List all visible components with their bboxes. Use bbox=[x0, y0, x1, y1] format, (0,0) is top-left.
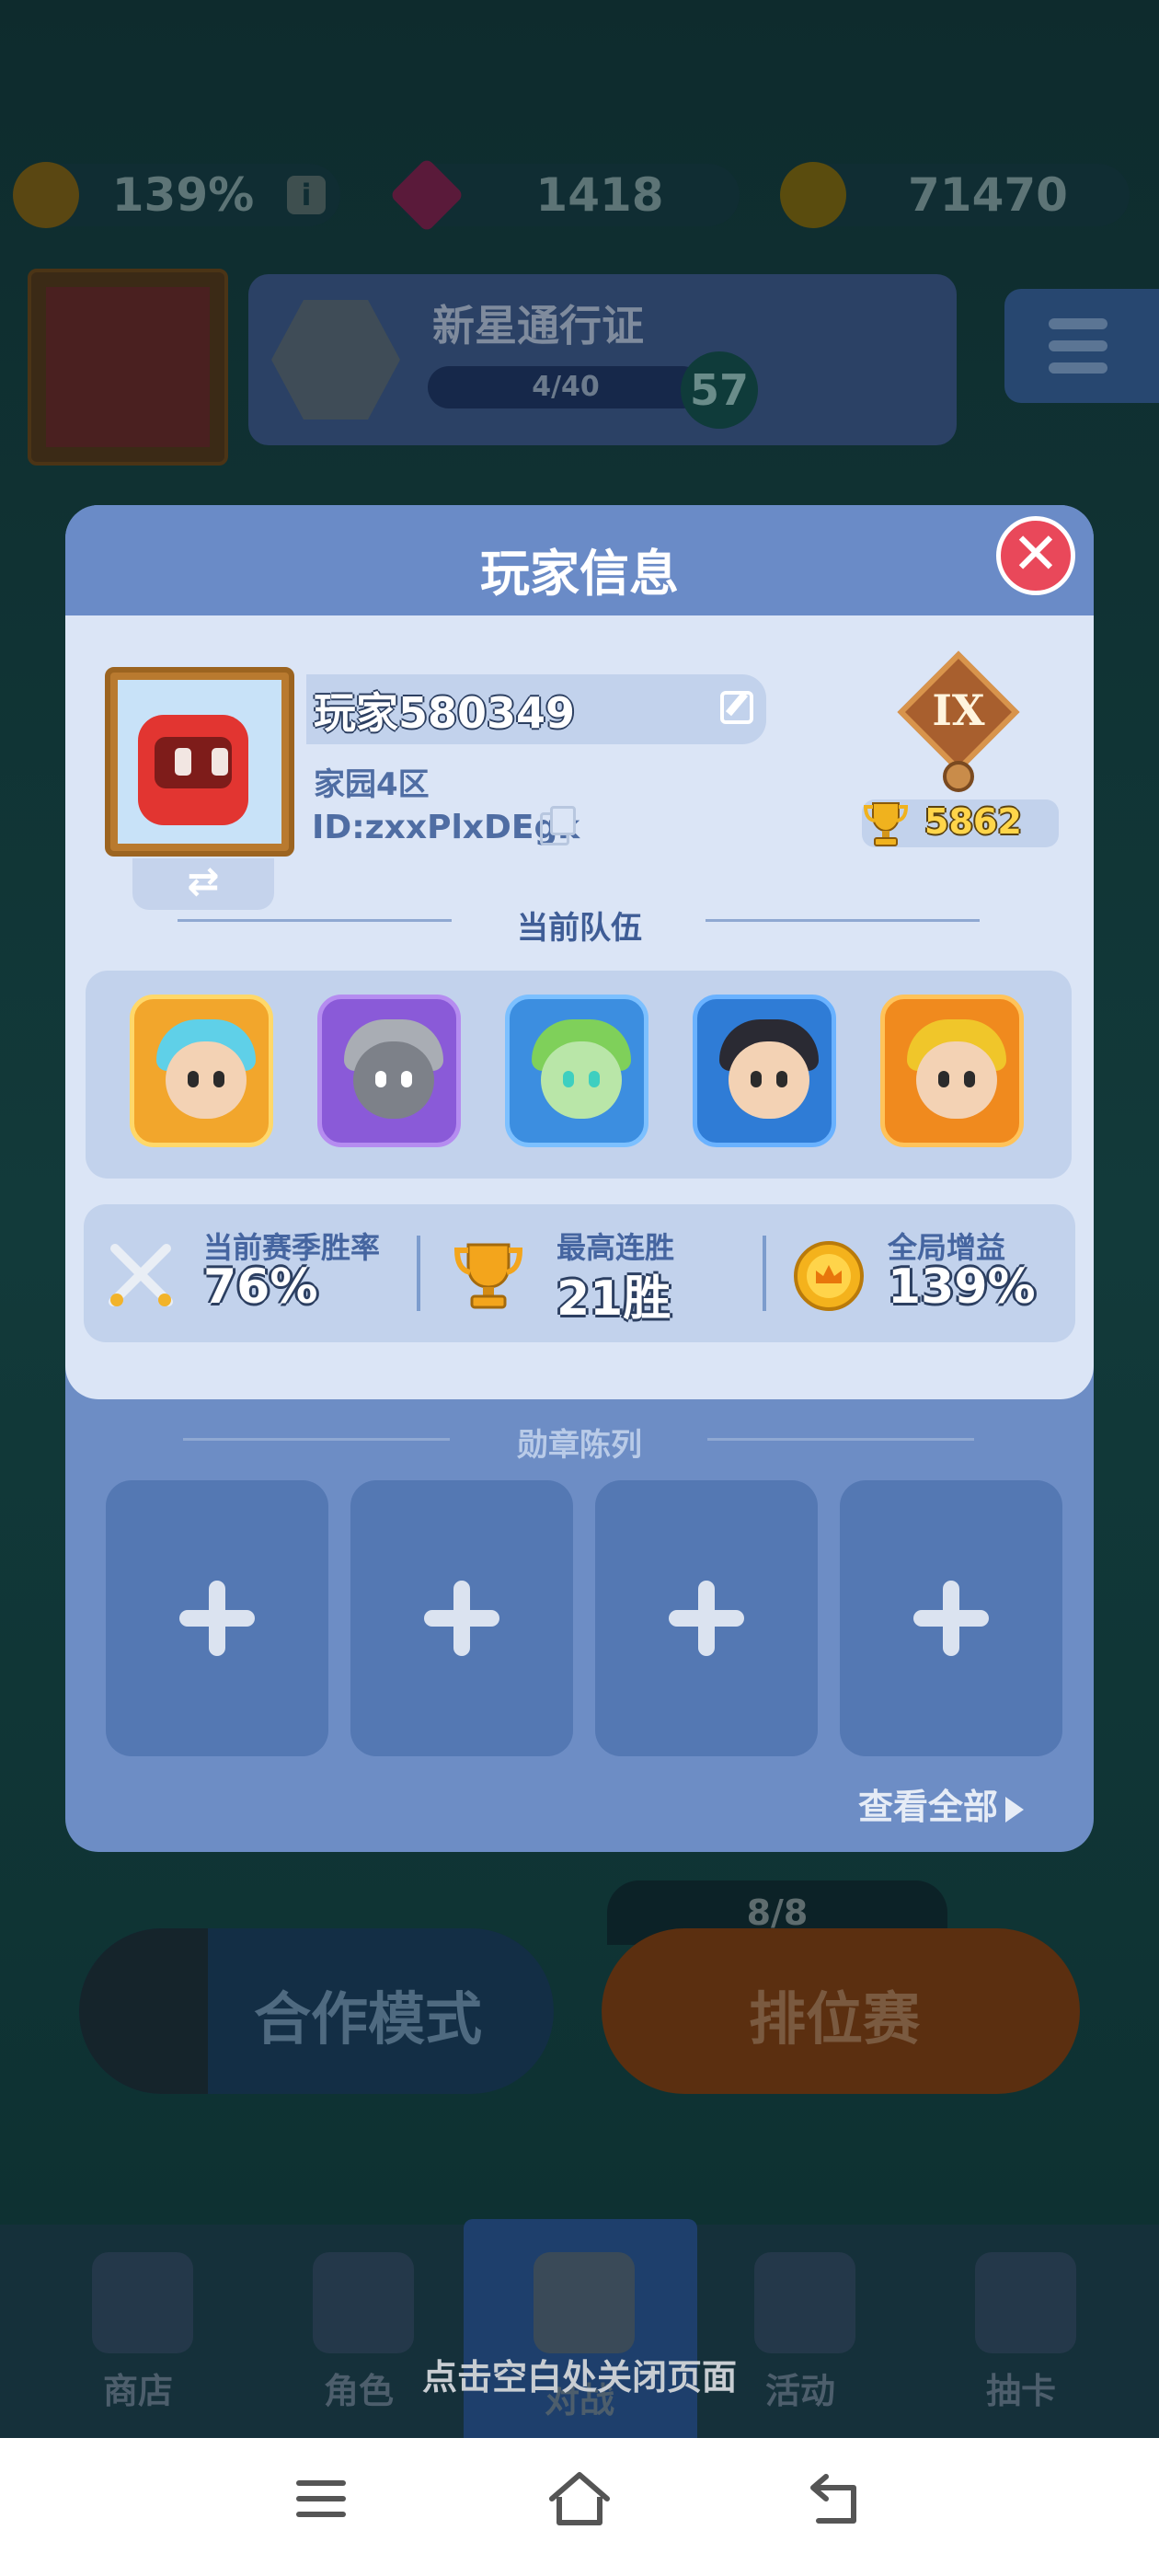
menu-line bbox=[1049, 362, 1107, 374]
medal-slot[interactable] bbox=[595, 1480, 818, 1756]
star-shield-icon bbox=[754, 2252, 855, 2353]
hero-face bbox=[729, 1041, 809, 1119]
rank-badge[interactable]: IX bbox=[897, 650, 1020, 792]
global-boost-value: 139% bbox=[888, 1259, 1036, 1315]
fire-warrior-hero[interactable] bbox=[880, 995, 1024, 1147]
ranked-mode-button[interactable]: 排位赛 bbox=[602, 1928, 1080, 2094]
gem-resource[interactable]: 1418 bbox=[389, 157, 740, 233]
stat-divider bbox=[763, 1236, 766, 1311]
pass-title: 新星通行证 bbox=[432, 301, 644, 351]
gem-value: 1418 bbox=[535, 168, 664, 222]
medal-slot[interactable] bbox=[350, 1480, 573, 1756]
medal-slot[interactable] bbox=[840, 1480, 1062, 1756]
player-avatar[interactable] bbox=[105, 667, 294, 857]
hero-eye bbox=[563, 1071, 574, 1087]
menu-line bbox=[1049, 340, 1107, 351]
pass-banner[interactable]: 新星通行证 4/40 57 bbox=[248, 274, 957, 445]
coin-icon bbox=[780, 162, 846, 228]
boost-resource[interactable]: 139% i bbox=[13, 162, 340, 228]
hero-face bbox=[166, 1041, 247, 1119]
boost-value: 139% bbox=[111, 168, 255, 222]
tab-activity[interactable]: 活动 bbox=[708, 2225, 892, 2438]
ice-mage-hero[interactable] bbox=[130, 995, 273, 1147]
coop-mode-label: 合作模式 bbox=[254, 1985, 483, 2053]
avatar-image bbox=[46, 287, 210, 447]
robot-eye bbox=[175, 748, 191, 776]
tab-gacha[interactable]: 抽卡 bbox=[929, 2225, 1113, 2438]
copy-id-icon[interactable] bbox=[540, 806, 576, 845]
arrow-right-icon bbox=[1005, 1796, 1025, 1823]
tab-shop[interactable]: 商店 bbox=[46, 2225, 230, 2438]
home-icon[interactable] bbox=[546, 2469, 613, 2528]
edit-name-icon[interactable] bbox=[720, 691, 753, 724]
mystery-card-icon bbox=[975, 2252, 1076, 2353]
hero-face bbox=[916, 1041, 997, 1119]
pass-emblem-icon bbox=[271, 300, 400, 420]
player-server: 家园4区 bbox=[314, 766, 430, 803]
battle-icon bbox=[534, 2252, 635, 2353]
hero-eye bbox=[938, 1071, 949, 1087]
view-all-button[interactable]: 查看全部 bbox=[858, 1778, 1025, 1829]
info-icon[interactable]: i bbox=[287, 176, 326, 214]
modal-title: 玩家信息 bbox=[480, 545, 679, 603]
hero-face bbox=[541, 1041, 622, 1119]
ranked-mode-label: 排位赛 bbox=[749, 1985, 921, 2053]
coin-value: 71470 bbox=[908, 168, 1068, 222]
player-name: 玩家580349 bbox=[314, 688, 576, 738]
hero-eye bbox=[401, 1071, 412, 1087]
hero-eye bbox=[375, 1071, 386, 1087]
plus-icon bbox=[453, 1581, 470, 1656]
win-rate-value: 76% bbox=[203, 1259, 318, 1315]
crossed-swords-icon bbox=[109, 1244, 173, 1306]
knight-hero[interactable] bbox=[317, 995, 461, 1147]
coin-resource[interactable]: 71470 bbox=[780, 162, 1130, 228]
plus-icon bbox=[209, 1581, 225, 1656]
medal-section-title: 勋章陈列 bbox=[517, 1427, 642, 1464]
coop-mode-button[interactable]: 合作模式 bbox=[79, 1928, 554, 2094]
hero-eye bbox=[213, 1071, 224, 1087]
close-button[interactable]: ✕ bbox=[996, 516, 1075, 595]
trophy-icon bbox=[863, 802, 909, 846]
plus-icon bbox=[698, 1581, 715, 1656]
hero-eye bbox=[188, 1071, 199, 1087]
medal-slot[interactable] bbox=[106, 1480, 328, 1756]
system-nav-bar bbox=[0, 2438, 1159, 2576]
hero-visor bbox=[353, 1041, 434, 1119]
tab-battle[interactable]: 对战 bbox=[488, 2225, 671, 2438]
back-icon[interactable] bbox=[806, 2471, 865, 2526]
plus-icon bbox=[943, 1581, 959, 1656]
stat-divider bbox=[417, 1236, 420, 1311]
cheerleader-hero[interactable] bbox=[693, 995, 836, 1147]
view-all-label: 查看全部 bbox=[858, 1787, 999, 1827]
pass-progress-text: 4/40 bbox=[532, 371, 600, 403]
player-info-modal: 玩家信息 ✕ ⇄ 玩家580349 家园4区 ID:zxxPlxDEgk IX bbox=[65, 505, 1094, 1852]
rank-numeral: IX bbox=[932, 685, 985, 735]
boost-crown-icon bbox=[13, 162, 79, 228]
hero-eye bbox=[751, 1071, 762, 1087]
trophy-count: 5862 bbox=[924, 801, 1022, 842]
player-panel: ⇄ 玩家580349 家园4区 ID:zxxPlxDEgk IX 5862 当前… bbox=[65, 615, 1094, 1399]
trophy-icon bbox=[453, 1243, 523, 1309]
hero-eye bbox=[964, 1071, 975, 1087]
character-icon bbox=[313, 2252, 414, 2353]
swap-arrows-icon: ⇄ bbox=[187, 858, 220, 903]
boost-crown-icon bbox=[794, 1241, 864, 1311]
nature-fairy-hero[interactable] bbox=[505, 995, 648, 1147]
shop-icon bbox=[92, 2252, 193, 2353]
team-section-title: 当前队伍 bbox=[517, 910, 642, 947]
rank-coin-icon bbox=[943, 761, 974, 792]
close-hint: 点击空白处关闭页面 bbox=[421, 2357, 737, 2398]
player-avatar-button[interactable] bbox=[28, 269, 228, 466]
menu-line bbox=[1049, 318, 1107, 329]
tab-character[interactable]: 角色 bbox=[267, 2225, 451, 2438]
pass-progress-bar: 4/40 bbox=[428, 366, 704, 408]
menu-button[interactable] bbox=[1004, 289, 1159, 403]
robot-eye bbox=[212, 748, 228, 776]
hero-eye bbox=[589, 1071, 600, 1087]
pass-level: 57 bbox=[681, 351, 758, 429]
win-streak-value: 21胜 bbox=[557, 1271, 671, 1327]
hero-eye bbox=[776, 1071, 787, 1087]
menu-icon[interactable] bbox=[293, 2475, 350, 2523]
